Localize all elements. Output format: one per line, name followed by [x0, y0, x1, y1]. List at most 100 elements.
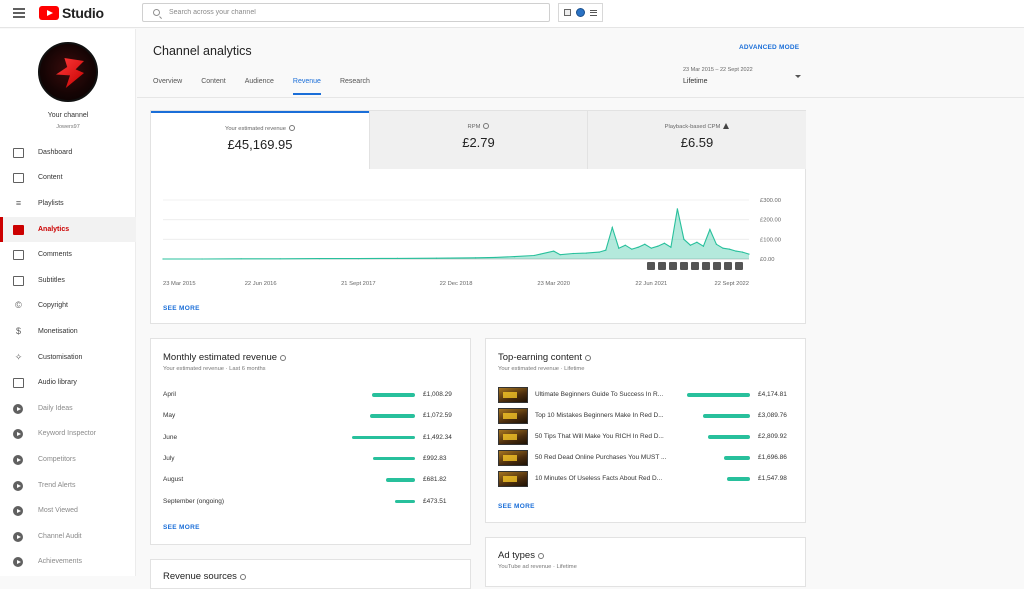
channel-handle: Jowers97 [56, 124, 80, 130]
metric-rpm[interactable]: RPM £2.79 [369, 111, 587, 169]
info-icon[interactable] [289, 125, 295, 131]
sidebar-item-label: Achievements [38, 558, 82, 565]
data-point [683, 238, 685, 240]
card-title: Monthly estimated revenue [163, 352, 278, 363]
video-revenue-bar [726, 477, 750, 481]
sidebar-item-analytics[interactable]: Analytics [0, 217, 136, 242]
video-title[interactable]: 50 Tips That Will Make You RICH In Red D… [535, 433, 664, 440]
month-revenue-value: £1,072.59 [423, 412, 452, 420]
create-icon[interactable] [564, 9, 572, 16]
month-label: September (ongoing) [163, 497, 225, 505]
sidebar-item-label: Channel Audit [38, 533, 82, 540]
search-bar[interactable] [142, 3, 550, 22]
data-point [748, 253, 750, 255]
menu-icon[interactable] [13, 8, 25, 18]
data-point [650, 247, 652, 249]
data-point [514, 256, 516, 258]
sidebar-item-most-viewed[interactable]: Most Viewed [0, 498, 136, 523]
sidebar-item-keyword-inspector[interactable]: Keyword Inspector [0, 421, 136, 446]
sidebar-item-competitors[interactable]: Competitors [0, 447, 136, 472]
sidebar-item-monetisation[interactable]: $ Monetisation [0, 319, 136, 344]
dashboard-icon [13, 147, 24, 158]
metric-value: £45,169.95 [227, 137, 293, 152]
sidebar-item-playlists[interactable]: ≡ Playlists [0, 191, 136, 216]
video-title[interactable]: 10 Minutes Of Useless Facts About Red D.… [535, 475, 662, 482]
extension-menu-icon[interactable] [589, 9, 597, 16]
sidebar-item-daily-ideas[interactable]: Daily Ideas [0, 396, 136, 421]
chevron-down-icon[interactable] [795, 75, 801, 78]
data-point [494, 256, 496, 259]
monthly-revenue-card: Monthly estimated revenue Your estimated… [150, 338, 471, 545]
sidebar-item-label: Audio library [38, 379, 77, 386]
data-point [722, 247, 724, 249]
advanced-mode-button[interactable]: ADVANCED MODE [739, 44, 799, 51]
extension-icon [13, 428, 23, 439]
metric-estimated-revenue[interactable]: Your estimated revenue £45,169.95 [151, 111, 369, 169]
tab-research[interactable]: Research [340, 78, 370, 95]
tab-overview[interactable]: Overview [153, 78, 182, 95]
sidebar-item-subtitles[interactable]: Subtitles [0, 268, 136, 293]
sidebar-item-customisation[interactable]: ✧ Customisation [0, 345, 136, 370]
metric-playback-cpm[interactable]: Playback-based CPM £6.59 [587, 111, 806, 169]
info-icon[interactable] [584, 355, 591, 361]
sidebar-item-trend-alerts[interactable]: Trend Alerts [0, 473, 136, 498]
metric-label: Playback-based CPM [664, 124, 721, 130]
info-icon[interactable] [537, 553, 544, 559]
video-marker-icon [680, 262, 688, 270]
card-subtitle: YouTube ad revenue · Lifetime [498, 564, 577, 570]
data-point [689, 244, 692, 246]
video-marker-icon [647, 262, 655, 270]
date-selection[interactable]: Lifetime [683, 78, 708, 85]
see-more-link[interactable]: SEE MORE [163, 305, 200, 312]
video-thumbnail[interactable] [498, 429, 528, 445]
channel-logo-icon [56, 58, 84, 88]
sidebar-item-content[interactable]: Content [0, 165, 136, 190]
video-thumbnail[interactable] [498, 408, 528, 424]
video-marker-icon [658, 262, 666, 270]
video-title[interactable]: Top 10 Mistakes Beginners Make In Red D.… [535, 412, 664, 419]
data-point [559, 254, 561, 256]
see-more-link[interactable]: SEE MORE [163, 524, 200, 531]
sidebar-item-copyright[interactable]: © Copyright [0, 293, 136, 318]
sidebar-item-label: Monetisation [38, 328, 78, 335]
x-tick-label: 22 Jun 2016 [245, 281, 277, 287]
video-thumbnail[interactable] [498, 471, 528, 487]
data-point [279, 258, 281, 260]
date-range-text[interactable]: 23 Mar 2015 – 22 Sept 2022 [683, 67, 753, 73]
data-point [637, 246, 639, 248]
magic-wand-icon: ✧ [14, 352, 23, 362]
revenue-overview-card: Your estimated revenue £45,169.95 RPM £2… [150, 110, 806, 324]
revenue-chart[interactable]: £300.00 £200.00 £100.00 £0.00 23 Mar 2015 22 … [151, 169, 805, 289]
search-input[interactable] [169, 9, 529, 16]
tab-content[interactable]: Content [201, 78, 226, 95]
sidebar-item-label: Competitors [38, 456, 76, 463]
video-revenue-value: £2,809.92 [758, 433, 787, 440]
data-point [728, 248, 731, 250]
sidebar-item-channel-audit[interactable]: Channel Audit [0, 524, 136, 549]
month-label: July [163, 454, 175, 462]
month-label: April [163, 391, 177, 398]
sidebar-item-dashboard[interactable]: Dashboard [0, 140, 136, 165]
channel-avatar[interactable] [38, 42, 98, 102]
sidebar-item-achievements[interactable]: Achievements [0, 549, 136, 574]
sidebar-item-label: Subtitles [38, 277, 65, 284]
info-icon[interactable] [483, 123, 490, 129]
tab-audience[interactable]: Audience [245, 78, 274, 95]
studio-logo[interactable]: Studio [39, 5, 104, 21]
data-point [435, 257, 438, 259]
account-avatar-icon[interactable] [575, 8, 585, 17]
info-icon[interactable] [239, 574, 246, 580]
tab-revenue[interactable]: Revenue [292, 78, 321, 95]
video-thumbnail[interactable] [498, 450, 528, 466]
logo-text: Studio [62, 5, 104, 21]
sidebar-item-audio-library[interactable]: Audio library [0, 370, 136, 395]
warning-icon[interactable] [723, 123, 730, 129]
info-icon[interactable] [280, 355, 287, 361]
extension-icon [13, 531, 23, 542]
see-more-link[interactable]: SEE MORE [498, 503, 535, 510]
video-thumbnail[interactable] [498, 387, 528, 403]
month-label: June [163, 433, 178, 441]
video-title[interactable]: Ultimate Beginners Guide To Success In R… [535, 391, 663, 398]
video-title[interactable]: 50 Red Dead Online Purchases You MUST ..… [535, 454, 666, 461]
sidebar-item-comments[interactable]: Comments [0, 242, 136, 267]
